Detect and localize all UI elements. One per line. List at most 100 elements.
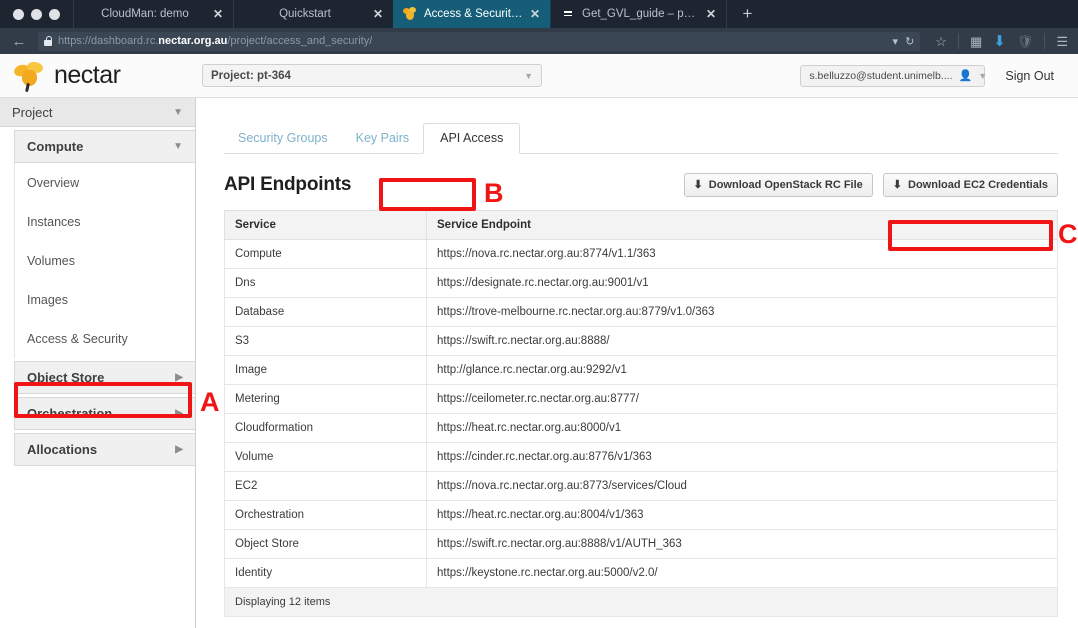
cell-service-endpoint: https://cinder.rc.nectar.org.au:8776/v1/… [426, 442, 1058, 472]
chevron-down-icon[interactable]: ▾ [893, 35, 899, 48]
sidebar-group-object-store[interactable]: Object Store ▶ [14, 361, 195, 394]
download-icon: ⬇ [693, 178, 703, 191]
cell-service-endpoint: https://swift.rc.nectar.org.au:8888/v1/A… [426, 529, 1058, 559]
sidebar-group-label: Orchestration [27, 406, 113, 421]
download-icon: ⬇ [892, 178, 903, 191]
menu-icon[interactable]: ☰ [1056, 35, 1068, 48]
download-ec2-credentials-button[interactable]: ⬇ Download EC2 Credentials [882, 173, 1058, 197]
project-select[interactable]: Project: pt-364 ▼ [202, 64, 542, 87]
maximize-window-button[interactable] [49, 8, 60, 20]
sidebar-group-orchestration[interactable]: Orchestration ▶ [14, 397, 195, 430]
cell-service: S3 [224, 326, 427, 356]
table-row: Database https://trove-melbourne.rc.necta… [224, 297, 1058, 327]
sidebar-item-volumes[interactable]: Volumes [14, 241, 195, 280]
window-controls[interactable] [0, 0, 73, 28]
column-header-service-endpoint: Service Endpoint [426, 210, 1058, 240]
main-content: Security Groups Key Pairs API Access API… [196, 98, 1078, 628]
address-input[interactable]: https://dashboard.rc.nectar.org.au/proje… [38, 31, 921, 51]
annotation-letter-a: A [200, 387, 220, 417]
chevron-down-icon: ▼ [173, 141, 183, 152]
chevron-right-icon: ▶ [175, 372, 183, 383]
sidebar-item-access-and-security[interactable]: Access & Security [14, 319, 195, 358]
tab-title: Quickstart [279, 8, 331, 20]
sidebar-group-compute[interactable]: Compute ▼ [14, 130, 195, 163]
browser-toolbar-icons: ☆ ▦ ⬇ 🛡 ☰ [926, 33, 1072, 49]
sign-out-link[interactable]: Sign Out [1005, 69, 1054, 83]
displaying-count: Displaying 12 items [224, 587, 1058, 617]
download-icon[interactable]: ⬇ [993, 34, 1006, 49]
star-icon[interactable]: ☆ [935, 35, 947, 48]
reading-list-icon[interactable]: ▦ [970, 35, 982, 48]
table-header-row: Service Service Endpoint [224, 210, 1058, 240]
cell-service: Dns [224, 268, 427, 298]
reload-icon[interactable]: ↻ [905, 35, 914, 48]
sidebar-group-label: Compute [27, 139, 84, 154]
cell-service: EC2 [224, 471, 427, 501]
chevron-down-icon: ▼ [524, 70, 533, 81]
page-title: API Endpoints [224, 174, 352, 195]
sidebar-item-overview[interactable]: Overview [14, 163, 195, 202]
cell-service-endpoint: https://heat.rc.nectar.org.au:8000/v1 [426, 413, 1058, 443]
sidebar-item-instances[interactable]: Instances [14, 202, 195, 241]
section-header: API Endpoints ⬇ Download OpenStack RC Fi… [224, 168, 1058, 202]
lock-icon [44, 36, 52, 46]
tab-label: Security Groups [238, 131, 328, 145]
annotation-letter-c: C [1058, 219, 1078, 249]
shield-icon[interactable]: 🛡 [1017, 35, 1034, 48]
page-body: Project ▼ Compute ▼ Overview Instances V… [0, 98, 1078, 628]
cell-service-endpoint: https://nova.rc.nectar.org.au:8774/v1.1/… [426, 239, 1058, 269]
table-row: EC2 https://nova.rc.nectar.org.au:8773/se… [224, 471, 1058, 501]
minimize-window-button[interactable] [31, 8, 42, 20]
new-tab-button[interactable]: + [726, 0, 768, 28]
table-row: Object Store https://swift.rc.nectar.org.… [224, 529, 1058, 559]
chevron-down-icon: ▼ [173, 106, 183, 118]
cell-service: Image [224, 355, 427, 385]
cell-service-endpoint: https://trove-melbourne.rc.nectar.org.au… [426, 297, 1058, 327]
sidebar-item-label: Instances [27, 214, 81, 229]
close-icon[interactable]: ✕ [373, 8, 383, 20]
tab-security-groups[interactable]: Security Groups [224, 131, 342, 154]
browser-tab-quickstart[interactable]: Quickstart ✕ [233, 0, 393, 28]
user-menu[interactable]: s.belluzzo@student.unimelb.... 👤 ▼ [800, 64, 987, 87]
table-row: Image http://glance.rc.nectar.org.au:9292… [224, 355, 1058, 385]
table-foot: Displaying 12 items [224, 587, 1058, 617]
browser-tab-cloudman[interactable]: CloudMan: demo ✕ [73, 0, 233, 28]
tab-label: Key Pairs [355, 131, 410, 145]
cell-service-endpoint: https://designate.rc.nectar.org.au:9001/… [426, 268, 1058, 298]
table-row: Dns https://designate.rc.nectar.org.au:90… [224, 268, 1058, 298]
nectar-logo[interactable]: nectar [12, 60, 184, 92]
sidebar-item-label: Volumes [27, 253, 75, 268]
download-openstack-rc-file-button[interactable]: ⬇ Download OpenStack RC File [683, 173, 873, 197]
sidebar-item-label: Images [27, 292, 68, 307]
table-row: Compute https://nova.rc.nectar.org.au:877… [224, 239, 1058, 269]
close-icon[interactable]: ✕ [706, 8, 716, 20]
table-footer-row: Displaying 12 items [224, 587, 1058, 617]
cell-service-endpoint: https://ceilometer.rc.nectar.org.au:8777… [426, 384, 1058, 414]
back-icon[interactable]: ← [6, 34, 32, 49]
browser-tab-get-gvl-guide[interactable]: Get_GVL_guide – personal ✕ [551, 0, 726, 28]
project-select-value: Project: pt-364 [211, 69, 291, 82]
sidebar-group-allocations[interactable]: Allocations ▶ [14, 433, 195, 466]
close-icon[interactable]: ✕ [530, 8, 540, 20]
tab-key-pairs[interactable]: Key Pairs [342, 131, 424, 154]
url-bar-actions[interactable]: ▾ ↻ [893, 35, 915, 48]
cell-service-endpoint: http://glance.rc.nectar.org.au:9292/v1 [426, 355, 1058, 385]
tab-strip-filler [768, 0, 1078, 28]
sidebar-item-images[interactable]: Images [14, 280, 195, 319]
close-icon[interactable]: ✕ [213, 8, 223, 20]
table-row: S3 https://swift.rc.nectar.org.au:8888/ [224, 326, 1058, 356]
browser-url-bar: ← https://dashboard.rc.nectar.org.au/pro… [0, 28, 1078, 54]
button-label: Download OpenStack RC File [708, 179, 863, 191]
sidebar-item-label: Overview [27, 175, 80, 190]
close-window-button[interactable] [13, 8, 24, 20]
cell-service: Identity [224, 558, 427, 588]
tab-api-access[interactable]: API Access [423, 123, 521, 154]
browser-tab-access-and-security[interactable]: Access & Security – NeCT... ✕ [393, 0, 551, 28]
divider [957, 33, 959, 49]
sidebar-section-project[interactable]: Project ▼ [0, 98, 195, 127]
table-row: Metering https://ceilometer.rc.nectar.org… [224, 384, 1058, 414]
sidebar-item-label: Access & Security [27, 331, 128, 346]
cell-service-endpoint: https://keystone.rc.nectar.org.au:5000/v… [426, 558, 1058, 588]
cell-service: Database [224, 297, 427, 327]
nectar-icon [403, 7, 417, 21]
